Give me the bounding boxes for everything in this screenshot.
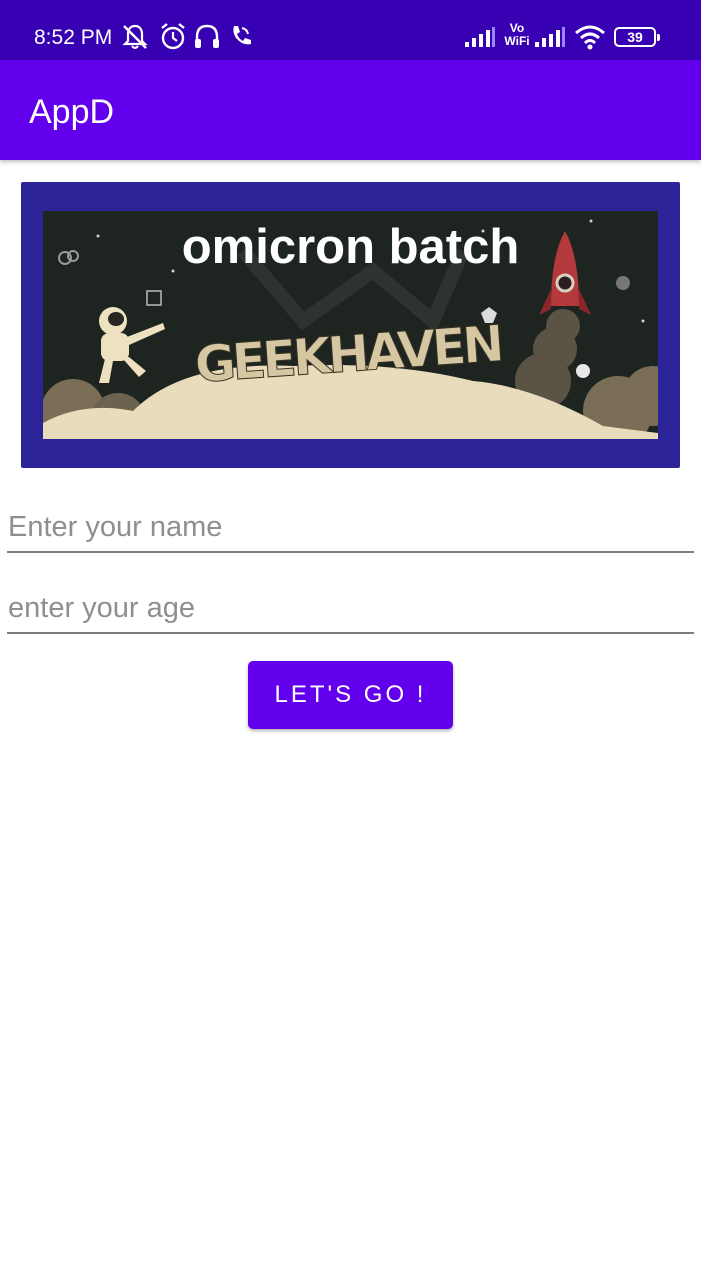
banner-image: GEEKHAVEN omicron batch — [43, 211, 658, 439]
signal-icon — [534, 26, 566, 48]
lets-go-button[interactable]: LET'S GO ! — [248, 661, 453, 729]
vowifi-top-label: Vo — [509, 21, 525, 35]
app-bar: AppD — [0, 60, 701, 160]
wifi-calling-icon — [228, 22, 254, 52]
name-input[interactable] — [7, 503, 694, 553]
notifications-off-icon — [120, 22, 150, 52]
headphones-icon — [192, 22, 222, 52]
vowifi-icon: Vo WiFi — [502, 22, 532, 52]
vowifi-bottom-label: WiFi — [504, 34, 530, 48]
battery-icon: 39 — [614, 27, 660, 47]
alarm-icon — [158, 22, 188, 52]
wifi-icon — [574, 24, 606, 50]
age-input[interactable] — [7, 584, 694, 634]
status-time: 8:52 PM — [34, 26, 113, 49]
banner-caption: omicron batch — [181, 220, 520, 274]
app-title: AppD — [29, 93, 115, 131]
banner-card: GEEKHAVEN omicron batch — [21, 182, 680, 468]
status-bar: 8:52 PM Vo WiFi 39 — [0, 0, 701, 60]
signal-icon — [464, 26, 496, 48]
